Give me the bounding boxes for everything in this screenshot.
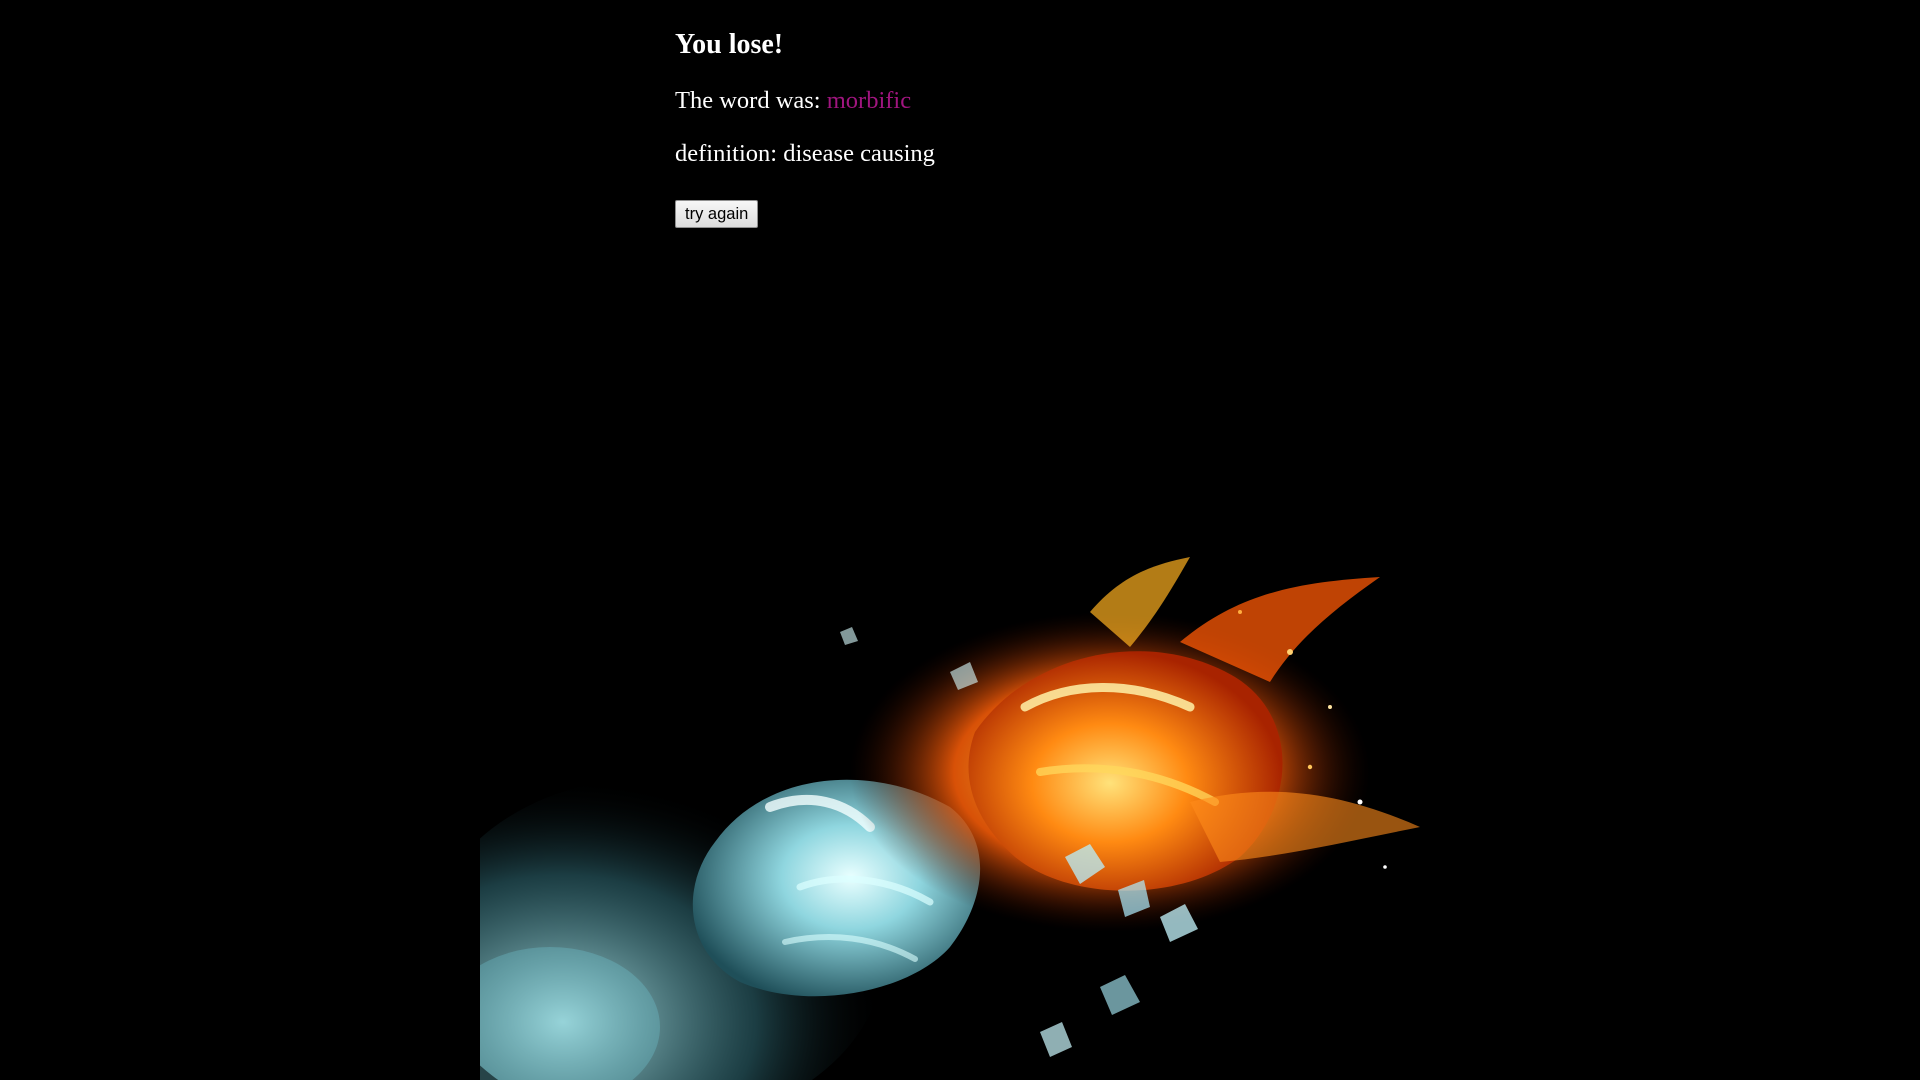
fire-vs-ice-fists-illustration bbox=[480, 557, 1440, 1080]
result-title: You lose! bbox=[675, 29, 784, 60]
try-again-button[interactable]: try again bbox=[675, 200, 759, 228]
revealed-word: morbific bbox=[826, 87, 912, 114]
definition-text: disease causing bbox=[783, 140, 935, 167]
result-panel: You lose! The word was: morbific definit… bbox=[675, 28, 1375, 228]
fire-vs-ice-fists-image bbox=[480, 557, 1440, 1080]
definition-label: definition: bbox=[675, 140, 784, 167]
word-reveal: The word was: morbific bbox=[675, 86, 911, 116]
word-reveal-label: The word was: bbox=[675, 87, 827, 114]
definition: definition: disease causing bbox=[675, 139, 935, 169]
game-over-page: You lose! The word was: morbific definit… bbox=[0, 0, 1920, 1080]
